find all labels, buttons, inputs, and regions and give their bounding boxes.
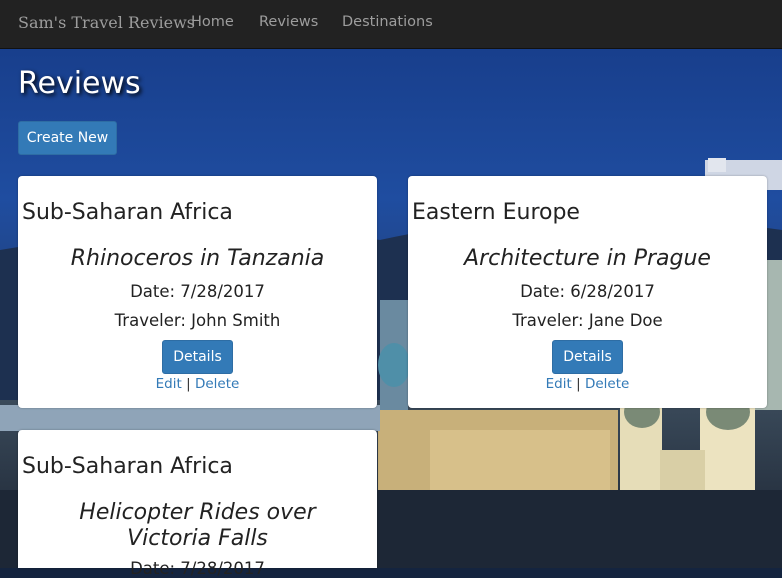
review-card: Sub-Saharan Africa Rhinoceros in Tanzani… [18, 176, 377, 408]
card-title: Architecture in Prague [464, 246, 711, 271]
page-title: Reviews [18, 66, 141, 101]
delete-link[interactable]: Delete [195, 376, 239, 392]
card-traveler: Traveler: John Smith [114, 311, 281, 330]
details-button[interactable]: Details [162, 340, 233, 374]
review-card: Eastern Europe Architecture in Prague Da… [408, 176, 767, 408]
separator: | [576, 376, 581, 392]
navbar: Sam's Travel Reviews Home Reviews Destin… [0, 0, 782, 49]
brand-link[interactable]: Sam's Travel Reviews [18, 13, 195, 32]
card-traveler: Traveler: Jane Doe [512, 311, 663, 330]
nav-link-reviews[interactable]: Reviews [259, 14, 318, 30]
card-actions: Edit | Delete [408, 376, 767, 392]
card-title: Rhinoceros in Tanzania [70, 246, 325, 271]
delete-link[interactable]: Delete [585, 376, 629, 392]
card-region: Sub-Saharan Africa [22, 200, 233, 225]
card-region: Eastern Europe [412, 200, 580, 225]
edit-link[interactable]: Edit [546, 376, 572, 392]
card-region: Sub-Saharan Africa [22, 454, 233, 479]
separator: | [186, 376, 191, 392]
card-title: Helicopter Rides over Victoria Falls [79, 500, 316, 551]
card-actions: Edit | Delete [18, 376, 377, 392]
create-new-button[interactable]: Create New [18, 121, 117, 155]
edit-link[interactable]: Edit [156, 376, 182, 392]
review-card: Sub-Saharan Africa Helicopter Rides over… [18, 430, 377, 578]
details-button[interactable]: Details [552, 340, 623, 374]
card-date: Date: 7/28/2017 [130, 282, 265, 301]
card-date: Date: 7/28/2017 [130, 559, 265, 578]
nav-link-home[interactable]: Home [191, 14, 234, 30]
nav-link-destinations[interactable]: Destinations [342, 14, 433, 30]
card-date: Date: 6/28/2017 [520, 282, 655, 301]
